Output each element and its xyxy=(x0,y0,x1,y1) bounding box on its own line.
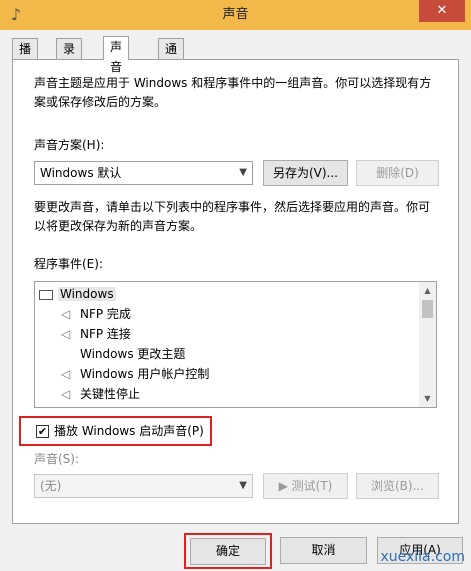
startup-sound-label[interactable]: 播放 Windows 启动声音(P) xyxy=(54,422,204,441)
startup-sound-checkbox[interactable]: ✔ xyxy=(36,425,49,438)
list-item-group[interactable]: Windows xyxy=(39,284,116,304)
vertical-scrollbar[interactable]: ▲ ▼ xyxy=(419,282,436,407)
ok-button[interactable]: 确定 xyxy=(190,538,266,565)
sound-select[interactable]: (无) ▼ xyxy=(34,474,253,498)
sound-value: (无) xyxy=(40,479,62,493)
tab-sounds[interactable]: 声音 xyxy=(103,36,130,74)
list-item[interactable]: ◁ 关键性停止 xyxy=(61,384,140,404)
tab-playback[interactable]: 播放 xyxy=(12,38,39,76)
test-button[interactable]: ▶ 测试(T) xyxy=(263,473,348,499)
instruction-line-1: 要更改声音，请单击以下列表中的程序事件，然后选择要应用的声音。你可 xyxy=(34,200,431,214)
list-item[interactable]: ◁ Windows 用户帐户控制 xyxy=(61,364,209,384)
description-line-1: 声音主题是应用于 Windows 和程序事件中的一组声音。你可以选择现有方 xyxy=(34,76,432,90)
sound-scheme-label: 声音方案(H): xyxy=(34,138,105,152)
cancel-button[interactable]: 取消 xyxy=(280,537,367,564)
program-events-label: 程序事件(E): xyxy=(34,257,103,271)
delete-button[interactable]: 删除(D) xyxy=(356,160,439,186)
scroll-down-icon[interactable]: ▼ xyxy=(419,390,436,407)
sound-scheme-value: Windows 默认 xyxy=(40,166,122,180)
program-events-list[interactable]: Windows ◁ NFP 完成 ◁ NFP 连接 Windows 更改主题 ◁ Wi… xyxy=(34,281,437,408)
tab-communications[interactable]: 通信 xyxy=(158,38,185,76)
title-bar[interactable]: ♪ 声音 ✕ xyxy=(0,0,471,30)
description-line-2: 案或保存修改后的方案。 xyxy=(34,95,167,109)
browse-button[interactable]: 浏览(B)... xyxy=(356,473,439,499)
list-item[interactable]: Windows 更改主题 xyxy=(61,344,185,364)
tab-recording[interactable]: 录制 xyxy=(56,38,83,76)
sound-dialog: ♪ 声音 ✕ 播放 录制 声音 通信 声音主题是应用于 Windows 和程序事… xyxy=(0,0,471,571)
speaker-icon: ◁ xyxy=(61,367,71,381)
list-item[interactable]: ◁ NFP 完成 xyxy=(61,304,131,324)
scroll-up-icon[interactable]: ▲ xyxy=(419,282,436,299)
list-item[interactable]: ◁ NFP 连接 xyxy=(61,324,131,344)
speaker-icon: ◁ xyxy=(61,307,71,321)
instruction-line-2: 以将更改保存为新的声音方案。 xyxy=(34,219,203,233)
chevron-down-icon: ▼ xyxy=(239,480,247,491)
sound-label: 声音(S): xyxy=(34,452,80,466)
save-as-button[interactable]: 另存为(V)... xyxy=(263,160,348,186)
close-button[interactable]: ✕ xyxy=(419,0,465,22)
watermark: xuexila.com xyxy=(380,549,465,565)
speaker-icon: ◁ xyxy=(61,387,71,401)
scroll-thumb[interactable] xyxy=(422,300,433,318)
window-title: 声音 xyxy=(222,7,249,22)
sounds-panel: 声音主题是应用于 Windows 和程序事件中的一组声音。你可以选择现有方 案或… xyxy=(12,59,459,524)
speaker-icon: ◁ xyxy=(61,327,71,341)
sound-scheme-select[interactable]: Windows 默认 ▼ xyxy=(34,161,253,185)
window-icon xyxy=(39,289,53,300)
chevron-down-icon: ▼ xyxy=(239,167,247,178)
